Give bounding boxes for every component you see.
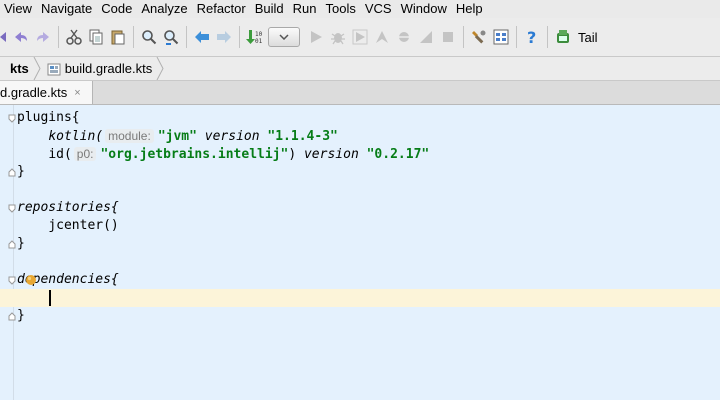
breadcrumb-folder-label: kts — [10, 61, 29, 76]
forward-icon[interactable] — [213, 26, 235, 48]
editor-tab-bar: d.gradle.kts × — [0, 81, 720, 105]
code-line: } — [17, 163, 25, 181]
debug-icon[interactable] — [327, 26, 349, 48]
code-line: repositories{ — [17, 199, 119, 217]
text-caret — [49, 290, 51, 306]
menu-window[interactable]: Window — [397, 0, 452, 18]
tail-label[interactable]: Tail — [578, 30, 598, 45]
menu-help[interactable]: Help — [452, 0, 488, 18]
toolbar-separator — [516, 26, 517, 48]
string-literal: "jvm" — [157, 129, 197, 144]
breadcrumb: kts build.gradle.kts — [0, 57, 720, 81]
code-line: jcenter() — [17, 217, 119, 235]
run-icon[interactable] — [305, 26, 327, 48]
code-line: } — [17, 307, 25, 325]
undo-icon[interactable] — [10, 26, 32, 48]
redo-icon[interactable] — [32, 26, 54, 48]
code-text: } — [17, 236, 25, 251]
toolbar-separator — [133, 26, 134, 48]
code-text: kotlin( — [48, 129, 104, 144]
parameter-hint: p0: — [73, 147, 97, 161]
tab-build-gradle-kts[interactable]: d.gradle.kts × — [0, 81, 93, 104]
code-text: version — [204, 129, 260, 144]
code-text: id( — [48, 147, 72, 162]
build-project-icon[interactable]: 10 01 — [244, 26, 266, 48]
android-device-monitor-icon[interactable] — [552, 26, 574, 48]
run-configuration-dropdown[interactable] — [268, 27, 300, 47]
replace-icon[interactable] — [160, 26, 182, 48]
chevron-down-icon — [279, 34, 289, 40]
code-text: version — [303, 147, 359, 162]
paste-icon[interactable] — [107, 26, 129, 48]
redo-partial-icon[interactable] — [0, 26, 10, 48]
parameter-hint: module: — [105, 129, 154, 143]
breadcrumb-separator-icon — [156, 57, 164, 80]
menu-navigate[interactable]: Navigate — [37, 0, 97, 18]
code-text: ) — [288, 147, 297, 162]
toolbar-separator — [239, 26, 240, 48]
find-icon[interactable] — [138, 26, 160, 48]
toolbar-separator — [58, 26, 59, 48]
menu-tools[interactable]: Tools — [322, 0, 361, 18]
fold-end-icon[interactable] — [8, 240, 16, 249]
menu-vcs[interactable]: VCS — [361, 0, 397, 18]
menu-view[interactable]: View — [0, 0, 37, 18]
run-with-coverage-icon[interactable] — [349, 26, 371, 48]
menu-refactor[interactable]: Refactor — [193, 0, 251, 18]
string-literal: "1.1.4-3" — [267, 129, 338, 144]
string-literal: "0.2.17" — [366, 147, 430, 162]
fold-start-icon[interactable] — [8, 114, 16, 123]
settings-icon[interactable] — [468, 26, 490, 48]
toolbar-separator — [547, 26, 548, 48]
breadcrumb-item-file[interactable]: build.gradle.kts — [41, 57, 156, 80]
menu-analyze[interactable]: Analyze — [137, 0, 192, 18]
menu-run[interactable]: Run — [289, 0, 322, 18]
fold-end-icon[interactable] — [8, 168, 16, 177]
code-line: kotlin(module: "jvm" version "1.1.4-3" — [17, 127, 338, 146]
project-structure-icon[interactable] — [490, 26, 512, 48]
copy-icon[interactable] — [85, 26, 107, 48]
breadcrumb-item-folder[interactable]: kts — [0, 57, 33, 80]
menu-bar: View Navigate Code Analyze Refactor Buil… — [0, 0, 720, 18]
toolbar: 10 01 ? Tail — [0, 18, 720, 57]
fold-start-icon[interactable] — [8, 276, 16, 285]
back-icon[interactable] — [191, 26, 213, 48]
svg-text:10: 10 — [255, 31, 263, 38]
code-text: } — [17, 308, 25, 323]
menu-code[interactable]: Code — [97, 0, 137, 18]
code-line: id(p0: "org.jetbrains.intellij") version … — [17, 145, 429, 164]
menu-build[interactable]: Build — [251, 0, 289, 18]
close-icon[interactable]: × — [74, 87, 80, 99]
code-line: plugins{ — [17, 109, 80, 127]
code-text: } — [17, 164, 25, 179]
apply-changes-icon[interactable] — [415, 26, 437, 48]
svg-text:01: 01 — [255, 38, 263, 45]
profile-icon[interactable] — [371, 26, 393, 48]
current-line-highlight — [0, 289, 720, 307]
fold-start-icon[interactable] — [8, 204, 16, 213]
string-literal: "org.jetbrains.intellij" — [100, 147, 289, 162]
stop-icon[interactable] — [437, 26, 459, 48]
code-line: } — [17, 235, 25, 253]
toolbar-separator — [186, 26, 187, 48]
breadcrumb-file-label: build.gradle.kts — [64, 61, 153, 76]
code-text: plugins{ — [17, 110, 80, 125]
breadcrumb-separator-icon — [33, 57, 41, 80]
cut-icon[interactable] — [63, 26, 85, 48]
code-editor[interactable]: plugins{ kotlin(module: "jvm" version "1.… — [0, 105, 720, 400]
svg-text:?: ? — [527, 29, 536, 45]
tab-label: d.gradle.kts — [0, 85, 68, 100]
toolbar-separator — [463, 26, 464, 48]
help-icon[interactable]: ? — [521, 26, 543, 48]
lightbulb-icon[interactable] — [25, 274, 37, 286]
code-text: jcenter() — [48, 218, 119, 233]
gradle-file-icon — [47, 63, 61, 75]
fold-end-icon[interactable] — [8, 312, 16, 321]
code-text: repositories{ — [17, 200, 119, 215]
gutter-divider — [13, 105, 14, 400]
attach-debugger-icon[interactable] — [393, 26, 415, 48]
